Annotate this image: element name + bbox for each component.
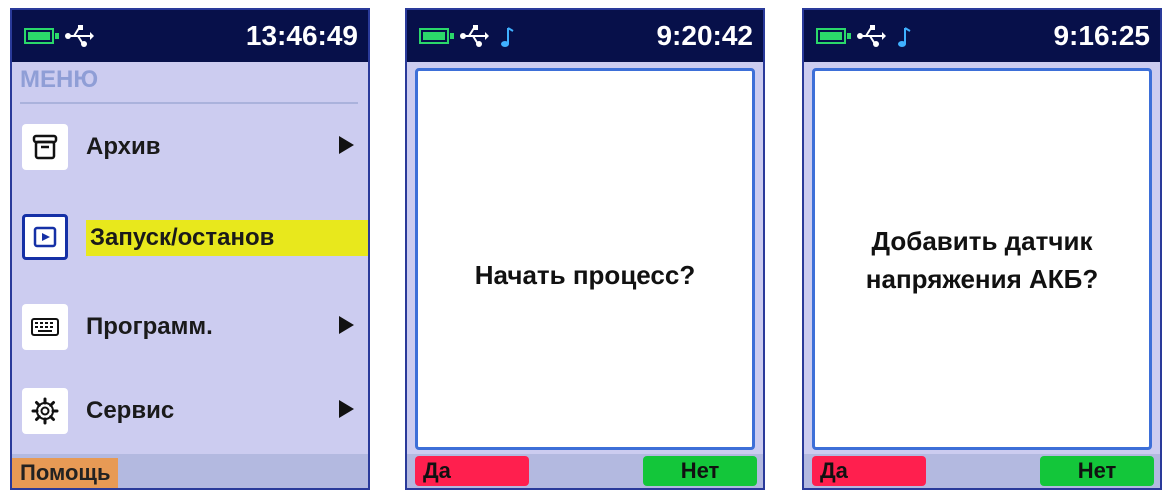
menu-item-label: Запуск/останов [86,220,368,256]
menu-item-start-stop[interactable]: Запуск/останов [12,206,368,268]
clock: 9:20:42 [656,20,753,51]
archive-icon [22,124,68,170]
clock: 9:16:25 [1053,20,1150,51]
usb-icon [460,25,489,47]
menu-item-label: Программ. [86,313,213,340]
submenu-arrow-icon [339,400,354,418]
menu-item-service[interactable]: Сервис [12,380,368,442]
battery-icon [24,28,59,44]
submenu-arrow-icon [339,136,354,154]
battery-icon [816,28,851,44]
softkey-bar: Помощь [12,454,368,488]
dialog-message: Начать процесс? [474,260,696,290]
add-sensor-screen: 9:16:25 Добавить датчик напряжения АКБ? … [802,8,1162,490]
play-icon [22,214,68,260]
confirm-start-screen: 9:20:42 Начать процесс? Да Нет [405,8,765,490]
clock: 13:46:49 [245,20,358,51]
menu-item-program[interactable]: Программ. [12,296,368,358]
menu-screen: 13:46:49 МЕНЮ Архив Запуск/останов Прогр… [10,8,370,490]
keyboard-icon [22,304,68,350]
no-button[interactable]: Нет [1040,456,1154,486]
submenu-arrow-icon [339,316,354,334]
music-note-icon [898,27,911,47]
softkey-bar: Да Нет [407,454,763,488]
menu-title: МЕНЮ [20,66,99,93]
gear-icon [22,388,68,434]
yes-button[interactable]: Да [812,456,926,486]
menu-item-archive[interactable]: Архив [12,116,368,178]
battery-icon [419,28,454,44]
status-bar: 13:46:49 [12,10,368,62]
status-bar: 9:16:25 [804,10,1160,62]
menu-item-label: Сервис [86,397,175,424]
music-note-icon [501,27,514,47]
menu-item-label: Архив [86,133,161,160]
softkey-bar: Да Нет [804,454,1160,488]
confirm-dialog: Добавить датчик напряжения АКБ? [812,68,1152,450]
dialog-message-line-2: напряжения АКБ? [865,264,1099,294]
usb-icon [65,25,94,47]
dialog-message-line-1: Добавить датчик [871,226,1093,256]
no-button[interactable]: Нет [643,456,757,486]
usb-icon [857,25,886,47]
divider [20,102,358,104]
help-button[interactable]: Помощь [12,458,119,488]
yes-button[interactable]: Да [415,456,529,486]
confirm-dialog: Начать процесс? [415,68,755,450]
status-bar: 9:20:42 [407,10,763,62]
